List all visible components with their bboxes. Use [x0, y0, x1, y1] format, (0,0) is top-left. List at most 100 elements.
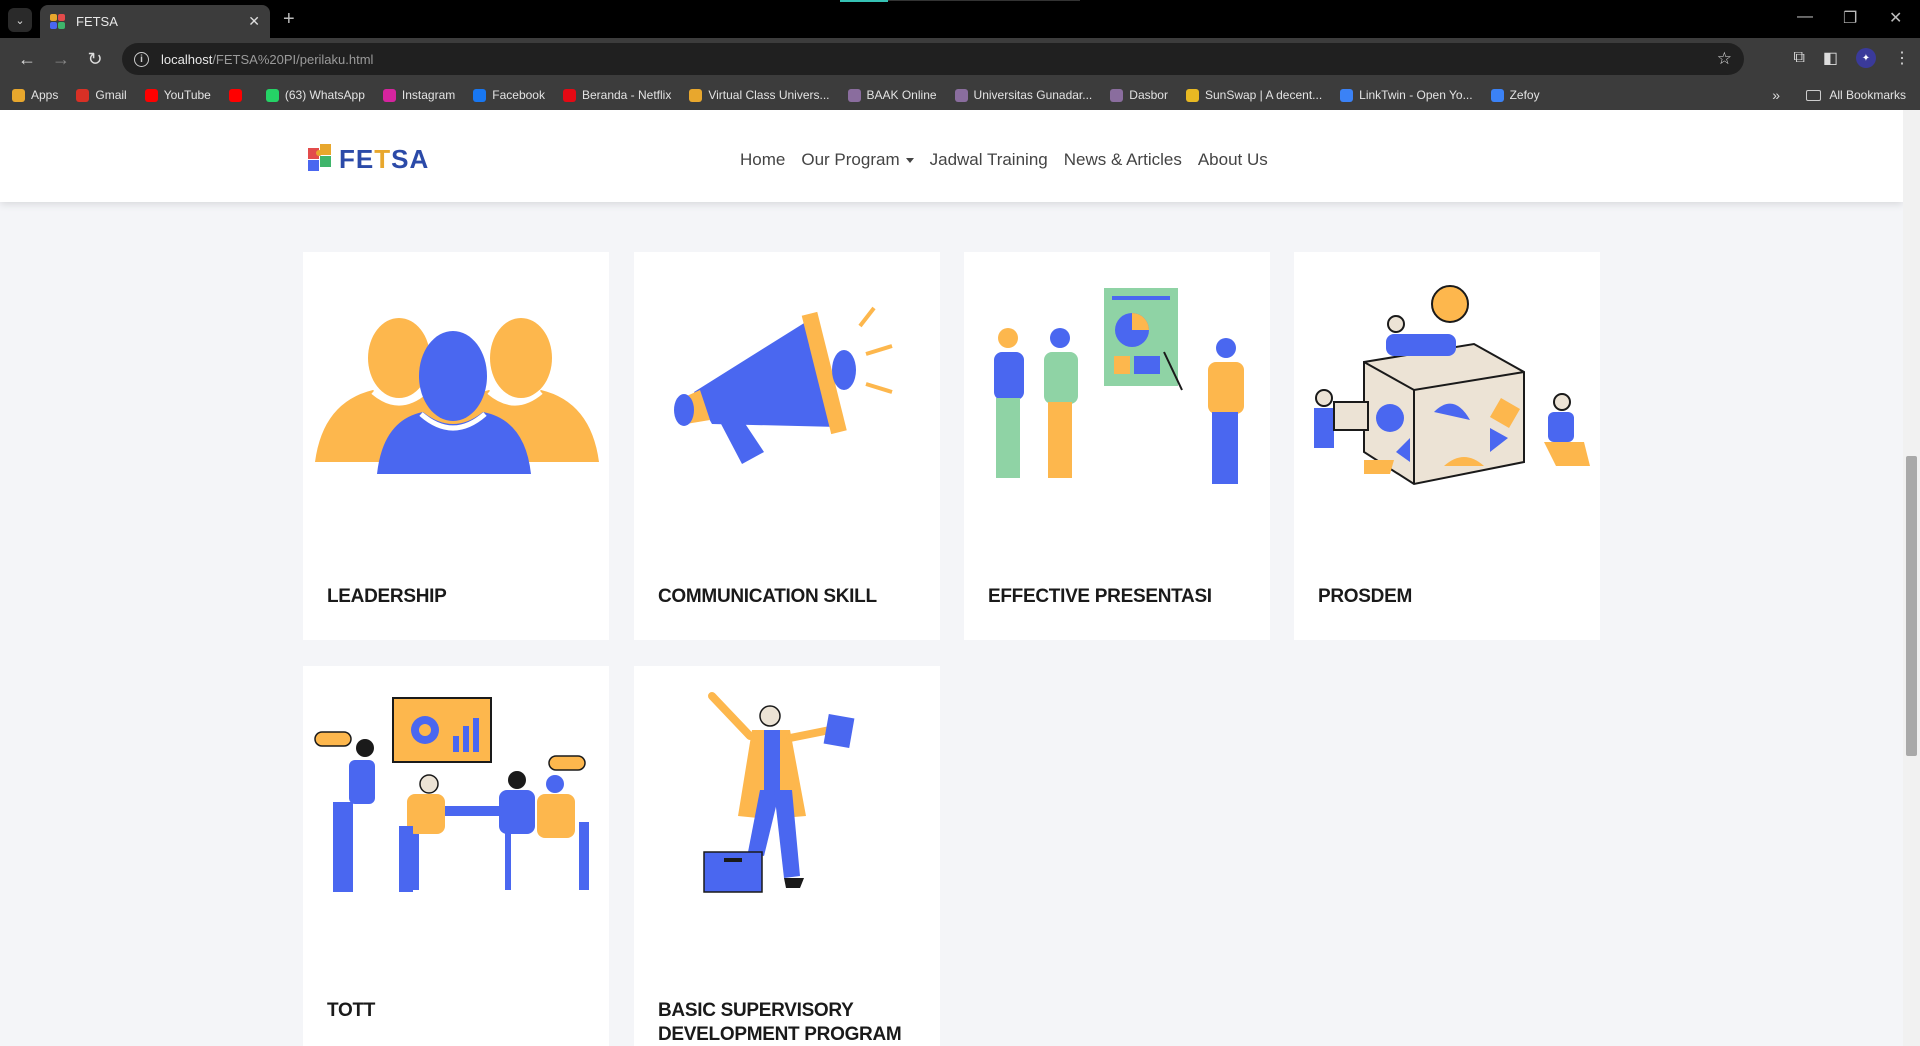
supervisor-icon [703, 692, 855, 893]
close-tab-icon[interactable]: ✕ [248, 13, 260, 30]
reload-icon[interactable]: ↻ [78, 49, 112, 70]
folder-icon [1806, 89, 1822, 101]
bookmark-item[interactable]: SunSwap | A decent... [1185, 88, 1323, 102]
card-title: COMMUNICATION SKILL [658, 586, 877, 607]
back-icon[interactable]: ← [10, 49, 44, 70]
restore-icon[interactable]: ❐ [1843, 8, 1857, 28]
card-title: PROSDEM [1318, 586, 1412, 607]
bookmark-item[interactable]: Gmail [76, 88, 127, 102]
more-bookmarks-icon[interactable]: » [1772, 87, 1780, 103]
card-title: EFFECTIVE PRESENTASI [988, 586, 1212, 607]
program-card-prosdem[interactable]: PROSDEM [1294, 252, 1600, 640]
bookmark-label: Beranda - Netflix [581, 88, 672, 102]
bookmark-item[interactable]: Apps [12, 88, 58, 102]
bookmark-favicon-icon [382, 88, 396, 102]
bookmark-item[interactable] [228, 88, 248, 102]
bookmark-favicon-icon [689, 88, 703, 102]
bookmark-label: BAAK Online [866, 88, 937, 102]
bookmark-favicon-icon [265, 88, 279, 102]
nav-about-us[interactable]: About Us [1198, 150, 1268, 170]
bookmark-favicon-icon [12, 88, 25, 102]
bookmark-item[interactable]: Instagram [382, 88, 456, 102]
bookmark-star-icon[interactable]: ☆ [1717, 49, 1732, 69]
bookmark-item[interactable]: Zefoy [1490, 88, 1540, 102]
browser-tab-bar: ⌄ FETSA ✕ + — ❐ ✕ [0, 0, 1920, 38]
bookmark-label: Facebook [492, 88, 545, 102]
nav-jadwal-training[interactable]: Jadwal Training [930, 150, 1048, 170]
bookmark-favicon-icon [228, 88, 242, 102]
fetsa-logo[interactable]: FETSA [306, 142, 429, 176]
address-bar[interactable]: i localhost/FETSA%20PI/perilaku.html ☆ [122, 43, 1744, 75]
site-info-icon[interactable]: i [134, 51, 149, 67]
people-group-icon [315, 318, 599, 474]
bookmark-favicon-icon [1340, 88, 1354, 102]
bookmark-item[interactable]: Facebook [473, 88, 545, 102]
scrollbar-thumb[interactable] [1906, 456, 1917, 756]
logo-text: FETSA [339, 143, 430, 174]
extensions-icon[interactable]: ⧉ [1793, 49, 1804, 67]
bookmark-favicon-icon [1490, 88, 1504, 102]
minimize-icon[interactable]: — [1797, 8, 1813, 26]
program-card-effective-presentasi[interactable]: EFFECTIVE PRESENTASI [964, 252, 1270, 640]
url-path: /FETSA%20PI/perilaku.html [212, 51, 374, 67]
nav-news-articles[interactable]: News & Articles [1064, 150, 1182, 170]
main-menu: Home Our Program Jadwal Training News & … [740, 150, 1284, 170]
bookmark-item[interactable]: Dasbor [1110, 88, 1168, 102]
bookmark-item[interactable]: YouTube [144, 88, 211, 102]
site-favicon-icon [50, 13, 66, 30]
bookmark-label: Virtual Class Univers... [708, 88, 830, 102]
bookmark-label: YouTube [163, 88, 211, 102]
megaphone-icon [674, 306, 893, 464]
nav-home[interactable]: Home [740, 150, 785, 170]
tab-search-button[interactable]: ⌄ [8, 8, 32, 32]
bookmark-label: Apps [31, 88, 59, 102]
team-meeting-icon [314, 697, 589, 892]
puzzle-logo-icon [308, 144, 331, 171]
program-card-communication-skill[interactable]: COMMUNICATION SKILL [634, 252, 940, 640]
page-viewport: FETSA Home Our Program Jadwal Training N… [0, 110, 1920, 1046]
bookmarks-bar: Apps Gmail YouTube (63) WhatsApp Instagram Fa… [0, 80, 1920, 110]
card-title: TOTT [327, 1000, 376, 1021]
bookmark-item[interactable]: LinkTwin - Open Yo... [1340, 88, 1473, 102]
bookmark-favicon-icon [847, 88, 861, 102]
all-bookmarks-folder[interactable]: All Bookmarks [1806, 88, 1906, 102]
forward-icon[interactable]: → [44, 49, 78, 70]
page-scrollbar[interactable] [1903, 110, 1920, 1046]
bookmark-favicon-icon [1185, 88, 1199, 102]
bookmark-item[interactable]: Virtual Class Univers... [689, 88, 830, 102]
browser-toolbar: ← → ↻ i localhost/FETSA%20PI/perilaku.ht… [0, 38, 1920, 80]
bookmark-label: Gmail [95, 88, 127, 102]
nav-our-program[interactable]: Our Program [801, 150, 914, 170]
profile-avatar[interactable]: ✦ [1856, 48, 1876, 68]
site-navbar: FETSA Home Our Program Jadwal Training N… [0, 110, 1903, 202]
tab-strip-divider [888, 0, 1080, 1]
bookmark-item[interactable]: Universitas Gunadar... [954, 88, 1093, 102]
bookmark-item[interactable]: (63) WhatsApp [265, 88, 365, 102]
card-title: BASIC SUPERVISORY DEVELOPMENT PROGRAM [658, 1000, 902, 1045]
bookmark-label: Zefoy [1509, 88, 1540, 102]
side-panel-icon[interactable]: ◧ [1823, 48, 1838, 68]
bookmark-label: LinkTwin - Open Yo... [1359, 88, 1473, 102]
browser-menu-icon[interactable]: ⋮ [1894, 48, 1910, 68]
presentation-icon [994, 288, 1244, 484]
program-card-basic-supervisory[interactable]: BASIC SUPERVISORY DEVELOPMENT PROGRAM [634, 666, 940, 1046]
bookmark-label: Dasbor [1129, 88, 1168, 102]
program-card-leadership[interactable]: LEADERSHIP [303, 252, 609, 640]
bookmark-favicon-icon [562, 88, 576, 102]
bookmark-item[interactable]: Beranda - Netflix [562, 88, 672, 102]
bookmark-item[interactable]: BAAK Online [847, 88, 937, 102]
browser-tab[interactable]: FETSA ✕ [40, 5, 270, 38]
tab-title: FETSA [76, 14, 118, 29]
bookmark-label: Instagram [401, 88, 456, 102]
new-tab-icon[interactable]: + [283, 8, 295, 31]
all-bookmarks-label: All Bookmarks [1829, 88, 1906, 102]
window-close-icon[interactable]: ✕ [1889, 8, 1902, 28]
bookmark-favicon-icon [76, 88, 90, 102]
tab-loading-indicator [840, 0, 888, 2]
bookmark-label: Universitas Gunadar... [973, 88, 1093, 102]
bookmark-label: SunSwap | A decent... [1204, 88, 1323, 102]
bookmark-favicon-icon [473, 88, 487, 102]
program-card-tott[interactable]: TOTT [303, 666, 609, 1046]
bookmark-favicon-icon [144, 88, 158, 102]
bookmark-favicon-icon [954, 88, 968, 102]
